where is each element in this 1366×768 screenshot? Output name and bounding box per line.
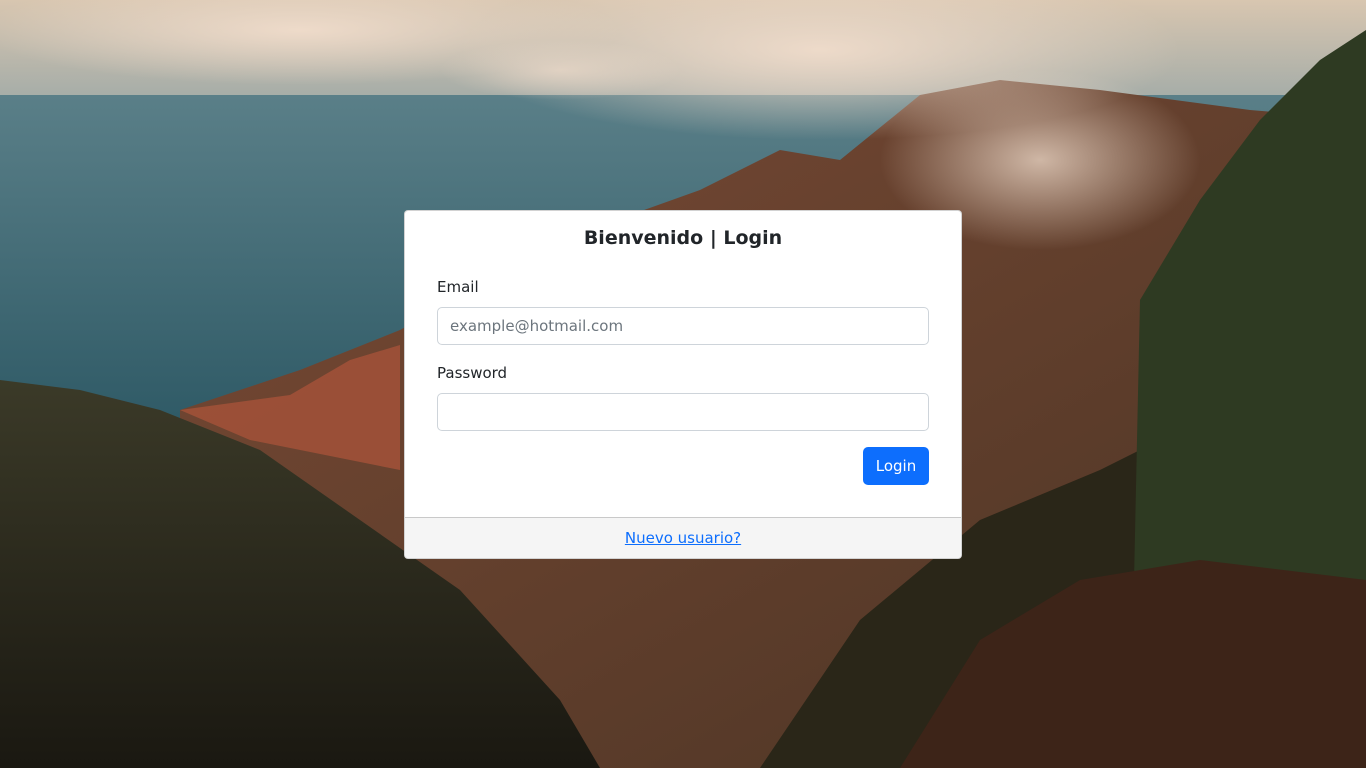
login-card: Bienvenido | Login Email Password Login … (404, 210, 962, 559)
email-input[interactable] (437, 307, 929, 345)
email-label: Email (437, 278, 479, 296)
card-footer: Nuevo usuario? (405, 517, 961, 558)
password-input[interactable] (437, 393, 929, 431)
password-label: Password (437, 364, 508, 382)
login-button[interactable]: Login (863, 447, 929, 485)
card-title: Bienvenido | Login (583, 227, 783, 249)
new-user-link[interactable]: Nuevo usuario? (625, 529, 741, 547)
